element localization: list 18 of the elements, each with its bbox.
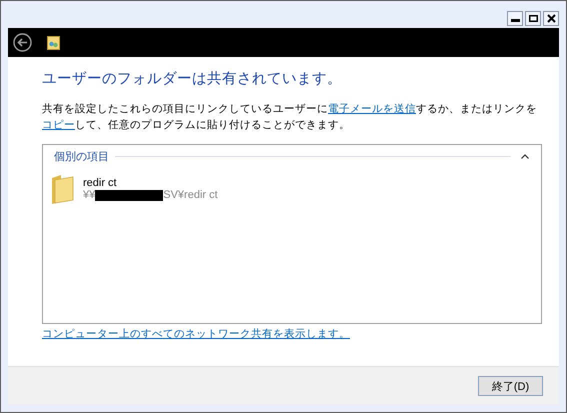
path-text: SV¥redir ct bbox=[163, 189, 218, 201]
close-icon bbox=[546, 14, 556, 23]
network-shares-link[interactable]: コンピューター上のすべてのネットワーク共有を表示します。 bbox=[42, 327, 350, 341]
close-dialog-button[interactable]: 終了(D) bbox=[478, 376, 543, 396]
back-button[interactable] bbox=[13, 33, 32, 52]
text-link[interactable]: 電子メールを送信 bbox=[328, 103, 416, 115]
path-text: ¥¥ bbox=[83, 189, 96, 201]
folder-icon bbox=[51, 174, 75, 204]
group-title: 個別の項目 bbox=[53, 150, 109, 164]
shared-folder-icon bbox=[47, 36, 60, 50]
maximize-icon bbox=[528, 14, 538, 23]
item-name: redir ct bbox=[83, 177, 118, 189]
text-link[interactable]: コピー bbox=[42, 119, 75, 131]
minimize-button[interactable] bbox=[507, 11, 523, 26]
maximize-button[interactable] bbox=[525, 11, 541, 26]
dialog-heading: ユーザーのフォルダーは共有されています。 bbox=[42, 70, 343, 89]
description-text: 共有を設定したこれらの項目にリンクしているユーザーに 電子メールを送信するか、またはリンクを コピー して、任意のプログラムに貼り付けることができます。 bbox=[42, 102, 538, 133]
close-button[interactable] bbox=[543, 11, 559, 26]
